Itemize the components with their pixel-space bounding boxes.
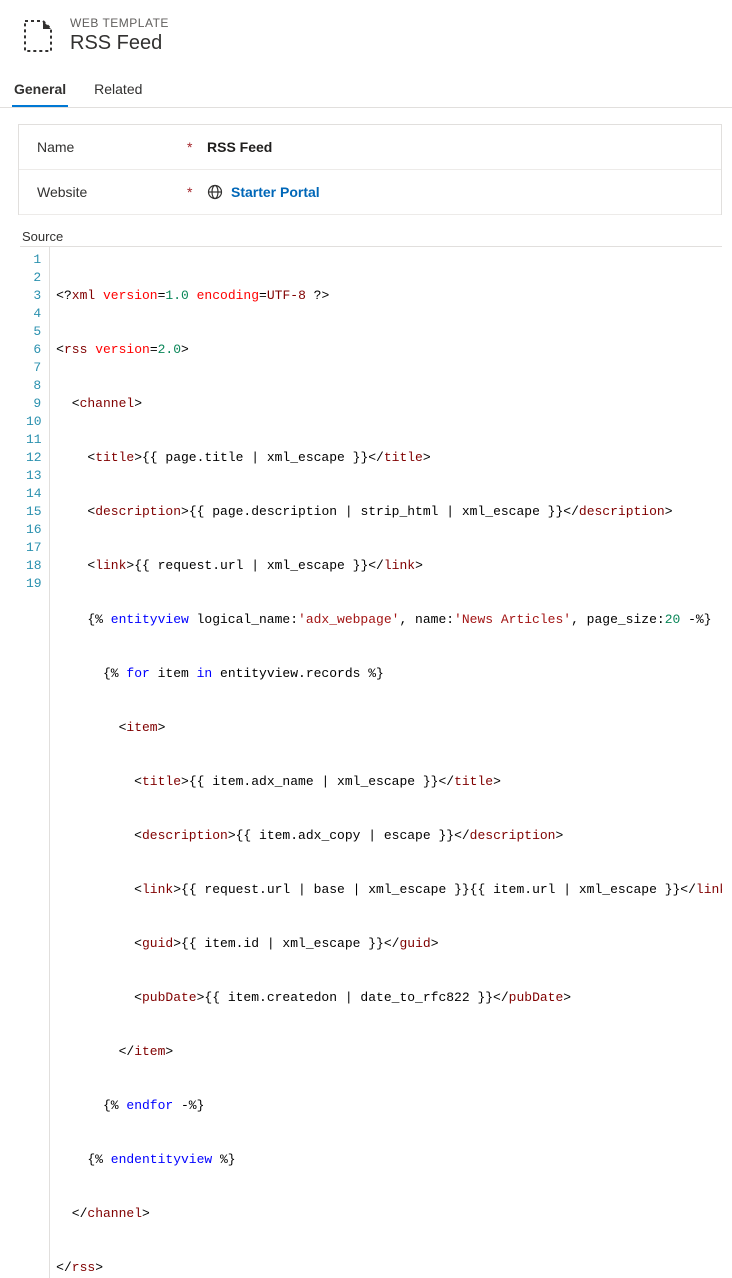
- tab-general[interactable]: General: [12, 75, 68, 107]
- code-line: </item>: [56, 1043, 716, 1061]
- required-indicator: *: [187, 139, 207, 155]
- code-editor[interactable]: 123 456 789 101112 131415 161718 19 <?xm…: [20, 246, 722, 1278]
- code-line: <rss version=2.0>: [56, 341, 716, 359]
- code-line: {% entityview logical_name:'adx_webpage'…: [56, 611, 716, 629]
- code-line: <?xml version=1.0 encoding=UTF-8 ?>: [56, 287, 716, 305]
- tab-bar: General Related: [0, 65, 732, 108]
- page-header: WEB TEMPLATE RSS Feed: [0, 0, 732, 65]
- tab-related[interactable]: Related: [92, 75, 144, 107]
- code-line: <link>{{ request.url | base | xml_escape…: [56, 881, 716, 899]
- file-icon: [20, 18, 56, 54]
- field-website-label: Website: [37, 184, 187, 200]
- code-line: <link>{{ request.url | xml_escape }}</li…: [56, 557, 716, 575]
- code-line: {% for item in entityview.records %}: [56, 665, 716, 683]
- field-name-row: Name * RSS Feed: [19, 125, 721, 170]
- required-indicator: *: [187, 184, 207, 200]
- entity-type-label: WEB TEMPLATE: [70, 16, 169, 30]
- code-line: <item>: [56, 719, 716, 737]
- field-name-value[interactable]: RSS Feed: [207, 139, 272, 155]
- code-lines[interactable]: <?xml version=1.0 encoding=UTF-8 ?> <rss…: [50, 247, 722, 1278]
- code-line: </channel>: [56, 1205, 716, 1223]
- page-title: RSS Feed: [70, 32, 169, 55]
- form-area: Name * RSS Feed Website * Starter Portal: [18, 124, 722, 215]
- code-line: {% endfor -%}: [56, 1097, 716, 1115]
- globe-icon: [207, 184, 223, 200]
- code-line: <description>{{ page.description | strip…: [56, 503, 716, 521]
- field-website-value: Starter Portal: [231, 184, 320, 200]
- code-line: <pubDate>{{ item.createdon | date_to_rfc…: [56, 989, 716, 1007]
- source-field-label: Source: [22, 229, 732, 244]
- line-number-gutter: 123 456 789 101112 131415 161718 19: [20, 247, 50, 1278]
- code-line: <channel>: [56, 395, 716, 413]
- code-line: <title>{{ item.adx_name | xml_escape }}<…: [56, 773, 716, 791]
- field-website-link[interactable]: Starter Portal: [207, 184, 320, 200]
- field-website-row: Website * Starter Portal: [19, 170, 721, 215]
- code-line: <guid>{{ item.id | xml_escape }}</guid>: [56, 935, 716, 953]
- field-name-label: Name: [37, 139, 187, 155]
- code-line: {% endentityview %}: [56, 1151, 716, 1169]
- code-line: <description>{{ item.adx_copy | escape }…: [56, 827, 716, 845]
- code-line: </rss>: [56, 1259, 716, 1277]
- code-line: <title>{{ page.title | xml_escape }}</ti…: [56, 449, 716, 467]
